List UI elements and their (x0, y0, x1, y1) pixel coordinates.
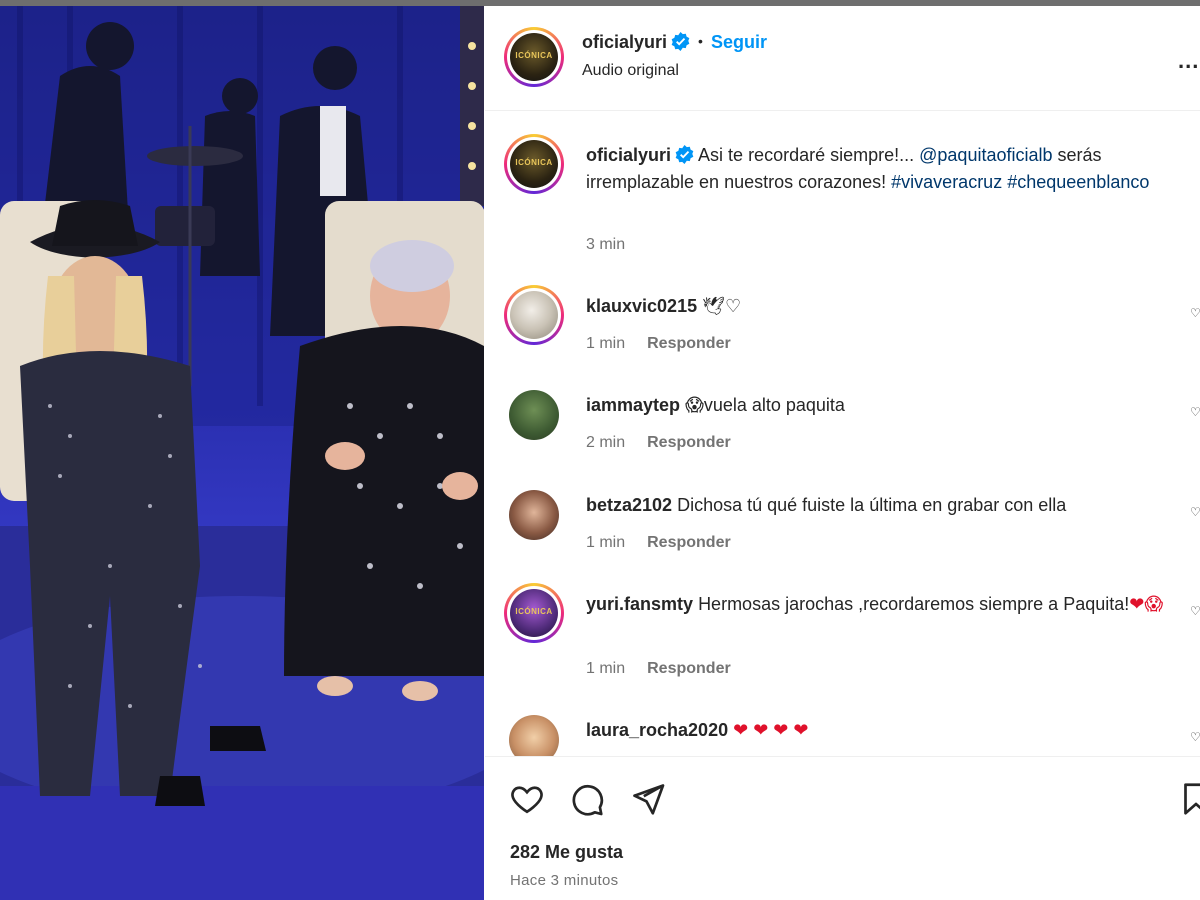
comment-username[interactable]: laura_rocha2020 (586, 720, 728, 740)
bookmark-icon[interactable] (1178, 781, 1200, 817)
comment-like-icon[interactable]: ♡ (1190, 505, 1200, 519)
comment-time: 2 min (586, 434, 626, 451)
author-avatar[interactable]: ICÓNICA (504, 27, 564, 87)
comment-meta: 1 min Responder (586, 660, 731, 678)
commenter-avatar[interactable] (509, 715, 559, 756)
reply-button[interactable]: Responder (647, 534, 731, 551)
follow-button[interactable]: Seguir (711, 32, 767, 52)
comments-list[interactable]: ICÓNICA oficialyuri Asi te recordaré sie… (485, 112, 1200, 756)
likes-count[interactable]: 282 Me gusta (510, 842, 623, 863)
author-line: oficialyuri • Seguir (582, 32, 767, 53)
comment-like-icon[interactable]: ♡ (1190, 306, 1200, 320)
reply-button[interactable]: Responder (647, 434, 731, 451)
comment-text: klauxvic0215 🕊♡ (586, 293, 1176, 320)
post-photo[interactable] (0, 6, 484, 900)
verified-icon (671, 32, 690, 51)
caption-username[interactable]: oficialyuri (586, 145, 671, 165)
comment-meta: 1 min Responder (586, 335, 731, 353)
comment-meta: 1 min Responder (586, 534, 731, 552)
comment-like-icon[interactable]: ♡ (1190, 604, 1200, 618)
caption-body-start: Asi te recordaré siempre!... (698, 145, 920, 165)
comment-body: 😱vuela alto paquita (685, 395, 845, 415)
audio-label[interactable]: Audio original (582, 62, 679, 80)
heart-icon[interactable] (509, 781, 545, 817)
commenter-avatar[interactable] (504, 285, 564, 345)
comment-text: iammaytep 😱vuela alto paquita (586, 392, 1176, 419)
author-username[interactable]: oficialyuri (582, 32, 667, 52)
commenter-avatar[interactable] (509, 390, 559, 440)
more-icon[interactable]: ... (1178, 48, 1199, 74)
comment-text: betza2102 Dichosa tú qué fuiste la últim… (586, 492, 1176, 519)
comment-text: laura_rocha2020 ❤ ❤ ❤ ❤ (586, 717, 1176, 744)
caption-text: oficialyuri Asi te recordaré siempre!...… (586, 142, 1176, 196)
comment-icon[interactable] (569, 781, 605, 817)
comment-time: 1 min (586, 660, 626, 677)
comment-time: 1 min (586, 335, 626, 352)
reply-button[interactable]: Responder (647, 335, 731, 352)
comment-like-icon[interactable]: ♡ (1190, 730, 1200, 744)
comment-time: 1 min (586, 534, 626, 551)
post-photo-illustration (0, 6, 484, 900)
post-header: ICÓNICA oficialyuri • Seguir Audio origina… (485, 6, 1200, 111)
comment-body: 🕊♡ (702, 296, 742, 316)
comment-username[interactable]: klauxvic0215 (586, 296, 697, 316)
verified-icon (675, 145, 694, 164)
caption-avatar-text: ICÓNICA (515, 158, 553, 167)
comment-username[interactable]: yuri.fansmty (586, 594, 693, 614)
separator-dot: • (698, 33, 703, 49)
comment-like-icon[interactable]: ♡ (1190, 405, 1200, 419)
share-icon[interactable] (630, 781, 666, 817)
hashtag-link[interactable]: #chequeenblanco (1007, 172, 1149, 192)
comment-body: Hermosas jarochas ,recordaremos siempre … (698, 594, 1130, 614)
commenter-avatar[interactable] (509, 490, 559, 540)
mention-link[interactable]: @paquitaoficialb (919, 145, 1052, 165)
comment-emoji: ❤😱 (1129, 594, 1164, 614)
comment-meta: 2 min Responder (586, 434, 731, 452)
hashtag-link[interactable]: #vivaveracruz (891, 172, 1002, 192)
author-avatar-text: ICÓNICA (515, 51, 553, 60)
comment-username[interactable]: betza2102 (586, 495, 672, 515)
caption-avatar[interactable]: ICÓNICA (504, 134, 564, 194)
post-timestamp: Hace 3 minutos (510, 872, 619, 889)
commenter-avatar[interactable]: ICÓNICA (504, 583, 564, 643)
comment-text: yuri.fansmty Hermosas jarochas ,recordar… (586, 591, 1176, 618)
comment-body: Dichosa tú qué fuiste la última en graba… (677, 495, 1067, 515)
reply-button[interactable]: Responder (647, 660, 731, 677)
commenter-avatar-text: ICÓNICA (515, 607, 553, 616)
comment-username[interactable]: iammaytep (586, 395, 680, 415)
post-side-panel: ICÓNICA oficialyuri • Seguir Audio origina… (485, 6, 1200, 900)
comment-body: ❤ ❤ ❤ ❤ (733, 720, 809, 740)
caption-time: 3 min (586, 236, 626, 253)
